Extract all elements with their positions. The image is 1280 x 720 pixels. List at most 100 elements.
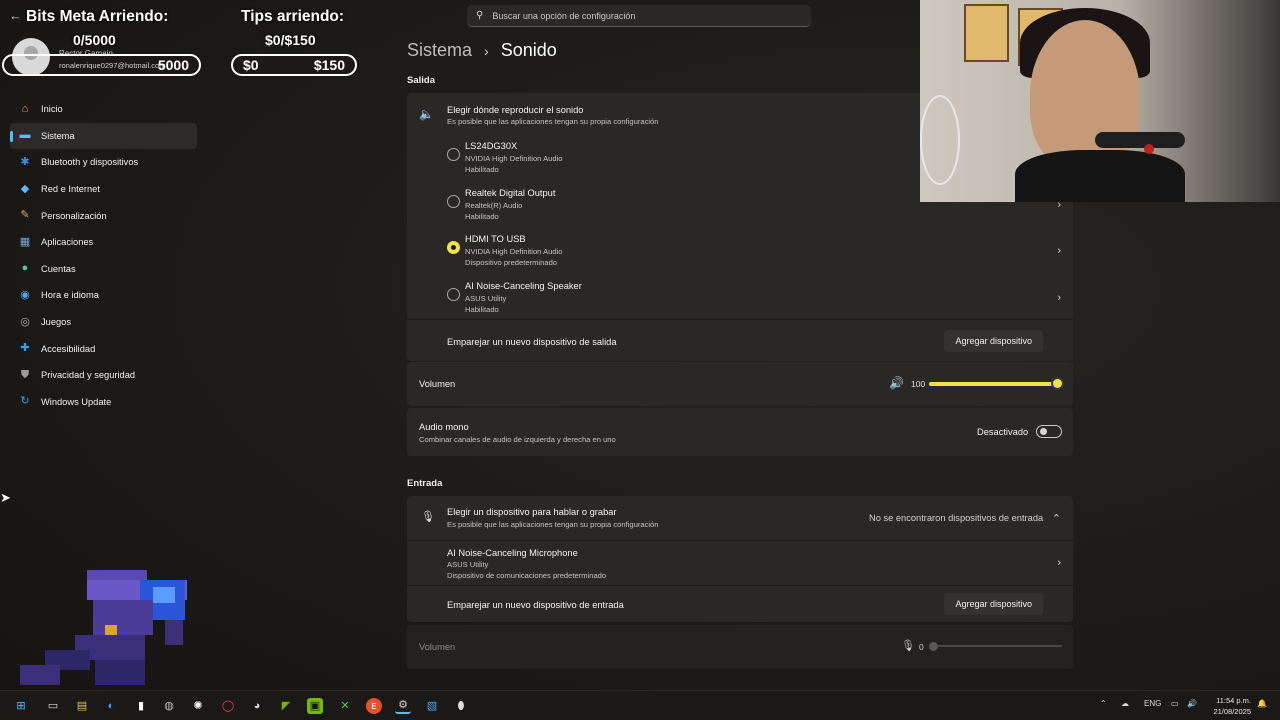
- tips-goal-title: Tips arriendo:: [241, 8, 345, 25]
- back-arrow-icon[interactable]: ←: [9, 8, 22, 23]
- search-input[interactable]: ⚲ Buscar una opción de configuración: [467, 5, 811, 27]
- search-placeholder: Buscar una opción de configuración: [492, 10, 636, 21]
- network-icon[interactable]: ▭: [1171, 699, 1179, 708]
- sidebar-item-hora-e-idioma[interactable]: ◉ Hora e idioma: [10, 282, 197, 309]
- sidebar-item-windows-update[interactable]: ↻ Windows Update: [10, 389, 197, 416]
- chevron-right-icon[interactable]: ›: [1057, 557, 1061, 569]
- mouse-app-icon[interactable]: ⬮: [453, 698, 469, 714]
- chevron-up-icon[interactable]: ⌃: [1052, 512, 1061, 525]
- xbox-icon[interactable]: ✕: [337, 698, 353, 714]
- speaker-icon: 🔈: [419, 107, 434, 121]
- file-explorer-icon[interactable]: ▤: [74, 698, 90, 714]
- language-indicator[interactable]: ENG: [1144, 699, 1161, 708]
- sidebar-item-red-e-internet[interactable]: ◆ Red e Internet: [10, 176, 197, 203]
- output-device-status: Dispositivo predeterminado: [465, 258, 558, 267]
- add-input-device-button[interactable]: Agregar dispositivo: [944, 593, 1043, 615]
- sidebar-item-sistema[interactable]: ▬ Sistema: [10, 122, 197, 150]
- output-device-driver: Realtek(R) Audio: [465, 200, 523, 210]
- chevron-up-icon[interactable]: ⌃: [1100, 699, 1107, 708]
- accessibility-icon: ✚: [20, 342, 30, 355]
- device-radio-button[interactable]: [447, 194, 460, 208]
- output-device-status: Habilitado: [465, 304, 499, 314]
- ea-app-icon[interactable]: ᴇ: [366, 698, 382, 714]
- sidebar-item-inicio[interactable]: ⌂ Inicio: [10, 96, 197, 123]
- microphone-light: [1144, 144, 1154, 154]
- sidebar-item-bluetooth-y-dispositivos[interactable]: ✱ Bluetooth y dispositivos: [10, 149, 197, 176]
- notification-bell-icon[interactable]: 🔔: [1257, 699, 1267, 708]
- microphone-volume-icon[interactable]: 🎙: [901, 639, 915, 652]
- input-volume-value: 0: [919, 642, 924, 652]
- device-radio-button[interactable]: [447, 287, 460, 301]
- bluetooth-icon: ✱: [20, 155, 30, 168]
- webcam-overlay: [920, 0, 1280, 202]
- mouse-cursor-icon: ➤: [0, 490, 11, 505]
- output-device-status: Habilitado: [465, 165, 499, 174]
- audio-mono-toggle[interactable]: [1036, 425, 1062, 438]
- taskbar: ⊞ ▭ ▤ ◐ ▮ ◍ ✺ ◯ ◕ ◤ ▣ ✕ ᴇ ⚙ ▧ ⬮ ⌃ ☁ ENG …: [0, 690, 1280, 720]
- sidebar-item-personalización[interactable]: ✎ Personalización: [10, 202, 197, 229]
- output-device-name: HDMI TO USB: [465, 234, 526, 244]
- output-device-status: Habilitado: [465, 211, 499, 221]
- sidebar-item-label: Sistema: [41, 130, 75, 141]
- system-monitor-icon: ▬: [19, 129, 31, 142]
- steam-icon[interactable]: ◕: [249, 698, 265, 714]
- output-volume-thumb[interactable]: [1052, 379, 1062, 388]
- input-volume-card: Volumen 🎙 0: [407, 625, 1073, 669]
- speaker-volume-icon[interactable]: 🔊: [889, 376, 904, 390]
- device-radio-button[interactable]: [447, 148, 460, 161]
- input-device-driver: ASUS Utility: [447, 560, 489, 569]
- sidebar-item-juegos[interactable]: ◎ Juegos: [10, 309, 197, 336]
- sidebar-item-label: Personalización: [41, 210, 107, 221]
- sidebar-item-accesibilidad[interactable]: ✚ Accesibilidad: [10, 335, 197, 362]
- system-clock[interactable]: 11:54 p.m. 21/08/2025: [1213, 695, 1251, 717]
- chevron-right-icon: ›: [484, 42, 489, 59]
- app-window-icon[interactable]: ▧: [424, 698, 440, 714]
- geforce-icon[interactable]: ▣: [307, 698, 323, 714]
- add-output-device-button[interactable]: Agregar dispositivo: [944, 330, 1043, 352]
- chevron-right-icon[interactable]: ›: [1057, 292, 1061, 304]
- sidebar-item-privacidad-y-seguridad[interactable]: ⛊ Privacidad y seguridad: [10, 362, 197, 389]
- sidebar-nav: ⌂ Inicio ▬ Sistema ✱ Bluetooth y dispositivos…: [10, 96, 197, 415]
- windows-start-icon[interactable]: ⊞: [13, 698, 29, 714]
- sidebar-item-label: Aplicaciones: [41, 237, 94, 248]
- gamepad-icon: ◎: [20, 315, 30, 328]
- input-volume-slider[interactable]: [933, 645, 1062, 647]
- sidebar-item-aplicaciones[interactable]: ▦ Aplicaciones: [10, 229, 197, 256]
- input-header-status: No se encontraron dispositivos de entrad…: [869, 513, 1044, 523]
- sidebar-item-cuentas[interactable]: ● Cuentas: [10, 256, 197, 283]
- globe-clock-icon: ◉: [20, 288, 30, 301]
- input-volume-thumb[interactable]: [928, 642, 938, 651]
- output-device-row[interactable]: AI Noise-Canceling Speaker ASUS Utility Ha…: [407, 276, 1073, 322]
- search-icon: ⚲: [476, 10, 484, 21]
- device-radio-button[interactable]: [447, 241, 460, 254]
- wanted-poster-1: [964, 4, 1009, 62]
- app-icon[interactable]: ▮: [133, 698, 149, 714]
- output-device-name: LS24DG30X: [465, 141, 518, 151]
- clock-time: 11:54 p.m.: [1216, 696, 1251, 705]
- audio-mono-sub: Combinar canales de audio de izquierda y…: [419, 435, 616, 444]
- settings-gear-icon[interactable]: ⚙: [395, 698, 411, 714]
- onedrive-cloud-icon[interactable]: ☁: [1121, 699, 1129, 708]
- volume-icon[interactable]: 🔊: [1187, 699, 1197, 708]
- input-device-name[interactable]: AI Noise-Canceling Microphone: [447, 548, 578, 558]
- output-device-driver: NVIDIA High Definition Audio: [465, 247, 563, 256]
- chevron-right-icon[interactable]: ›: [1057, 245, 1061, 257]
- output-device-row[interactable]: HDMI TO USB NVIDIA High Definition Audio D…: [407, 229, 1073, 275]
- sidebar-item-label: Privacidad y seguridad: [41, 370, 136, 381]
- input-volume-label: Volumen: [419, 642, 456, 652]
- edge-browser-icon[interactable]: ◐: [103, 698, 119, 714]
- page-title: Sonido: [500, 40, 557, 60]
- nvidia-icon[interactable]: ◤: [278, 698, 294, 714]
- divider: [407, 540, 1073, 541]
- chatgpt-icon[interactable]: ✺: [190, 698, 206, 714]
- tips-goal-bar: $0 $150: [231, 54, 357, 76]
- bits-goal-bar: 5000: [2, 54, 201, 76]
- task-view-icon[interactable]: ▭: [45, 698, 61, 714]
- opera-gx-icon[interactable]: ◯: [220, 698, 236, 714]
- divider: [407, 319, 1073, 320]
- home-icon: ⌂: [21, 102, 29, 115]
- output-device-name: AI Noise-Canceling Speaker: [465, 280, 582, 291]
- breadcrumb-parent[interactable]: Sistema: [407, 40, 472, 61]
- audio-mono-card: Audio mono Combinar canales de audio de …: [407, 408, 1073, 456]
- obs-icon[interactable]: ◍: [161, 698, 177, 714]
